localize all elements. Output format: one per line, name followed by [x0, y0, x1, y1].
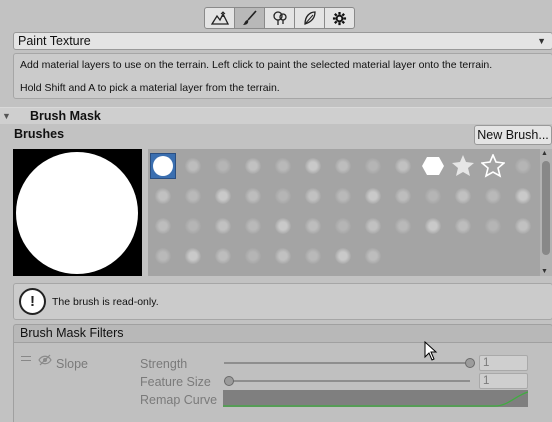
brush-thumbnail[interactable]	[420, 153, 446, 179]
brush-preview-disc	[16, 152, 138, 274]
mouse-cursor-icon	[424, 341, 438, 361]
brush-thumbnail[interactable]	[510, 213, 536, 239]
help-text-line-1: Add material layers to use on the terrai…	[20, 59, 493, 71]
brush-thumbnail[interactable]	[480, 213, 506, 239]
scrollbar-thumb[interactable]	[542, 161, 550, 255]
feature-size-slider-handle[interactable]	[224, 376, 234, 386]
brush-thumbnail[interactable]	[270, 153, 296, 179]
brush-thumbnail[interactable]	[180, 183, 206, 209]
foldout-expanded-icon: ▼	[2, 111, 11, 121]
trees-tool-button[interactable]	[264, 7, 295, 29]
brush-thumbnail[interactable]	[390, 153, 416, 179]
brushes-label: Brushes	[14, 127, 65, 141]
drag-handle-icon[interactable]	[21, 356, 31, 364]
feature-size-slider-track[interactable]	[224, 380, 470, 382]
brush-thumbnail[interactable]	[150, 153, 176, 179]
brush-thumbnail[interactable]	[210, 213, 236, 239]
brush-thumbnail[interactable]	[390, 183, 416, 209]
brush-thumbnail[interactable]	[510, 183, 536, 209]
help-text-line-2: Hold Shift and A to pick a material laye…	[20, 82, 280, 94]
brush-thumbnail[interactable]	[390, 213, 416, 239]
details-tool-button[interactable]	[294, 7, 325, 29]
brush-grid-scrollbar[interactable]: ▲ ▼	[540, 149, 552, 276]
terrain-toolbar	[0, 0, 552, 32]
brush-thumbnail[interactable]	[300, 243, 326, 269]
strength-label: Strength	[140, 357, 188, 371]
brush-thumbnail[interactable]	[270, 243, 296, 269]
brush-preview	[13, 149, 142, 276]
eye-icon[interactable]	[38, 354, 52, 366]
brush-thumbnail[interactable]	[360, 183, 386, 209]
brush-mask-filters-panel	[13, 343, 552, 422]
brush-thumbnail[interactable]	[360, 153, 386, 179]
brush-thumbnail[interactable]	[180, 153, 206, 179]
strength-slider-handle[interactable]	[465, 358, 475, 368]
brush-thumbnail[interactable]	[240, 213, 266, 239]
brush-thumbnail[interactable]	[150, 213, 176, 239]
new-brush-button[interactable]: New Brush...	[474, 125, 552, 145]
brush-thumbnail[interactable]	[210, 183, 236, 209]
remap-curve-label: Remap Curve	[140, 393, 218, 407]
paint-texture-tool-button[interactable]	[234, 7, 265, 29]
brush-thumbnail[interactable]	[510, 153, 536, 179]
brush-mask-title: Brush Mask	[30, 109, 101, 123]
trees-icon	[272, 11, 287, 25]
feature-size-field[interactable]: 1	[479, 373, 528, 389]
brush-thumbnail[interactable]	[360, 213, 386, 239]
paint-texture-help-box: Add material layers to use on the terrai…	[13, 53, 552, 99]
brush-thumbnail[interactable]	[330, 213, 356, 239]
remap-curve-graph	[223, 391, 529, 407]
paint-brush-icon	[242, 10, 257, 25]
brush-thumbnail[interactable]	[150, 183, 176, 209]
brush-thumbnail[interactable]	[150, 243, 176, 269]
brush-thumbnail[interactable]	[450, 153, 476, 179]
brush-thumbnail[interactable]	[330, 183, 356, 209]
brush-thumbnail[interactable]	[360, 243, 386, 269]
raise-terrain-icon	[210, 11, 229, 25]
brush-thumbnail[interactable]	[420, 183, 446, 209]
brush-thumbnail[interactable]	[300, 183, 326, 209]
brush-thumbnail[interactable]	[210, 243, 236, 269]
remap-curve-field[interactable]	[223, 390, 529, 407]
brush-thumbnail[interactable]	[480, 153, 506, 179]
scroll-up-arrow-icon[interactable]: ▲	[541, 150, 548, 157]
gear-icon	[332, 11, 347, 25]
chevron-down-icon: ▼	[537, 36, 546, 46]
brush-thumbnail[interactable]	[270, 183, 296, 209]
terrain-settings-button[interactable]	[324, 7, 355, 29]
brush-thumbnail[interactable]	[330, 153, 356, 179]
strength-field[interactable]: 1	[479, 355, 528, 371]
paint-tool-dropdown[interactable]: Paint Texture ▼	[13, 32, 552, 50]
brush-thumbnail[interactable]	[270, 213, 296, 239]
details-icon	[303, 11, 316, 25]
slope-filter-label: Slope	[56, 357, 88, 371]
readonly-message: The brush is read-only.	[52, 296, 159, 308]
terrain-tool-group	[204, 7, 355, 29]
brush-thumbnail[interactable]	[330, 243, 356, 269]
brush-thumbnail[interactable]	[240, 243, 266, 269]
brush-thumbnail[interactable]	[450, 213, 476, 239]
readonly-notice: ! The brush is read-only.	[13, 283, 552, 320]
brush-thumbnail[interactable]	[240, 183, 266, 209]
brush-thumbnail[interactable]	[480, 183, 506, 209]
brush-thumbnail[interactable]	[300, 153, 326, 179]
brush-mask-filters-header[interactable]: Brush Mask Filters	[13, 324, 552, 343]
brush-mask-section-header[interactable]: ▼ Brush Mask	[0, 107, 552, 124]
brush-thumbnail[interactable]	[180, 243, 206, 269]
strength-slider-track[interactable]	[224, 362, 470, 364]
brush-thumbnail[interactable]	[300, 213, 326, 239]
feature-size-label: Feature Size	[140, 375, 211, 389]
scroll-down-arrow-icon[interactable]: ▼	[541, 268, 548, 275]
paint-tool-dropdown-value: Paint Texture	[18, 34, 91, 48]
brush-grid	[148, 149, 540, 276]
raise-terrain-tool-button[interactable]	[204, 7, 235, 29]
brush-thumbnail[interactable]	[210, 153, 236, 179]
brush-thumbnail[interactable]	[180, 213, 206, 239]
brush-thumbnail[interactable]	[240, 153, 266, 179]
brush-thumbnail[interactable]	[450, 183, 476, 209]
warning-icon: !	[19, 288, 46, 315]
brush-thumbnail[interactable]	[420, 213, 446, 239]
